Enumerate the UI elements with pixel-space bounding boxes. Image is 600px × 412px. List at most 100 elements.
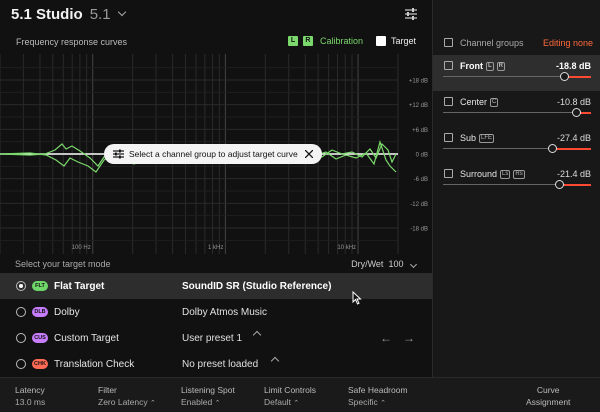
mode-row-translation[interactable]: CHK Translation Check No preset loaded: [0, 351, 432, 377]
legend-left-badge[interactable]: L: [287, 36, 298, 46]
channel-gain-slider[interactable]: [443, 144, 591, 153]
tooltip-banner: Select a channel group to adjust target …: [104, 144, 322, 164]
channel-name-text: Sub: [460, 133, 477, 143]
channel-row-surround[interactable]: Surround Ls Rs -21.4 dB: [433, 163, 600, 199]
safe-headroom-control[interactable]: Safe Headroom Specific ⌃: [348, 385, 408, 407]
channel-checkbox[interactable]: [444, 133, 453, 142]
channel-groups-header: Channel groups Editing none: [433, 32, 600, 52]
slider-fill: [559, 183, 591, 186]
drywet-value[interactable]: 100: [388, 259, 403, 269]
spot-label: Listening Spot: [181, 385, 235, 395]
listening-spot-control[interactable]: Listening Spot Enabled ⌃: [181, 385, 235, 407]
mode-value[interactable]: SoundID SR (Studio Reference): [182, 281, 331, 292]
mode-row-dolby[interactable]: DLB Dolby Dolby Atmos Music: [0, 299, 432, 325]
channel-tag: LFE: [479, 134, 495, 144]
mode-value[interactable]: User preset 1: [182, 333, 242, 344]
chevron-down-icon[interactable]: [409, 260, 418, 269]
mode-value[interactable]: Dolby Atmos Music: [182, 307, 267, 318]
mode-value[interactable]: No preset loaded: [182, 359, 258, 370]
chevron-up-icon[interactable]: [270, 356, 280, 366]
channel-checkbox[interactable]: [444, 169, 453, 178]
legend-right-badge[interactable]: R: [302, 36, 313, 46]
radio-button[interactable]: [16, 333, 26, 343]
chevron-up-icon[interactable]: ⌃: [380, 400, 386, 407]
headroom-value[interactable]: Specific: [348, 397, 378, 407]
channel-gain-slider[interactable]: [443, 108, 591, 117]
radio-button[interactable]: [16, 281, 26, 291]
channel-row-front[interactable]: Front L R -18.8 dB: [433, 55, 600, 91]
spot-value[interactable]: Enabled: [181, 397, 212, 407]
latency-label: Latency: [15, 385, 45, 395]
curves-title: Frequency response curves: [16, 37, 128, 47]
channel-checkbox[interactable]: [444, 97, 453, 106]
preset-format[interactable]: 5.1: [90, 6, 111, 23]
filter-value[interactable]: Zero Latency: [98, 397, 148, 407]
legend-target-swatch[interactable]: [375, 36, 386, 46]
main-panel: 5.1 Studio 5.1 Frequency response curves…: [0, 0, 432, 412]
slider-knob[interactable]: [559, 72, 569, 81]
curve-assignment-button[interactable]: Curve Assignment: [526, 385, 570, 407]
db-tick-label: +6 dB: [412, 128, 428, 134]
db-tick-label: -6 dB: [414, 177, 428, 183]
channel-checkbox[interactable]: [444, 61, 453, 70]
chevron-up-icon[interactable]: ⌃: [150, 400, 156, 407]
mode-label: Dolby: [54, 306, 80, 318]
channel-name: Sub LFE: [460, 133, 495, 144]
chevron-down-icon[interactable]: [117, 7, 126, 17]
chevron-up-icon[interactable]: ⌃: [215, 400, 221, 407]
mode-badge: FLT: [32, 281, 48, 291]
latency-value: 13.0 ms: [15, 397, 46, 407]
channel-gain-slider[interactable]: [443, 180, 591, 189]
bottom-bar: Latency 13.0 ms Filter Zero Latency ⌃ Li…: [0, 377, 600, 412]
freq-axis-labels: 100 Hz 1 kHz 10 kHz: [72, 245, 356, 251]
slider-knob[interactable]: [555, 180, 565, 189]
limit-value[interactable]: Default: [264, 397, 291, 407]
arrow-right-icon[interactable]: →: [403, 331, 415, 345]
mode-badge: DLB: [32, 307, 48, 317]
curves-header: Frequency response curves L R Calibratio…: [0, 32, 432, 52]
channel-tag: L: [486, 62, 494, 72]
curve-assignment-label-2: Assignment: [526, 397, 571, 407]
tooltip-text: Select a channel group to adjust target …: [129, 149, 298, 159]
headroom-label: Safe Headroom: [348, 385, 408, 395]
mode-badge: CHK: [32, 359, 48, 369]
filter-control[interactable]: Filter Zero Latency ⌃: [98, 385, 156, 407]
channel-gain-slider[interactable]: [443, 72, 591, 81]
slider-knob[interactable]: [571, 108, 581, 117]
curves-legend: L R Calibration Target: [287, 36, 416, 46]
editing-status: Editing none: [542, 38, 593, 48]
mode-row-flat[interactable]: FLT Flat Target SoundID SR (Studio Refer…: [0, 273, 432, 299]
legend-calibration[interactable]: Calibration: [320, 36, 363, 46]
channel-tag: Ls: [500, 170, 511, 180]
db-tick-label: -18 dB: [410, 227, 428, 233]
radio-button[interactable]: [16, 307, 26, 317]
chevron-up-icon[interactable]: ⌃: [293, 400, 299, 407]
channel-name-text: Front: [460, 61, 483, 71]
select-all-checkbox[interactable]: [444, 38, 453, 47]
db-axis-labels: +18 dB +12 dB +6 dB 0 dB -6 dB -12 dB -18 dB: [409, 79, 428, 233]
mode-title: Select your target mode: [15, 259, 111, 269]
channel-tag: R: [496, 62, 506, 72]
sliders-icon[interactable]: [404, 7, 418, 21]
limit-controls[interactable]: Limit Controls Default ⌃: [264, 385, 316, 407]
chevron-up-icon[interactable]: [252, 330, 262, 340]
channel-name: Surround Ls Rs: [460, 169, 525, 180]
channel-gain: -21.4 dB: [556, 169, 591, 179]
mode-badge: CUS: [32, 333, 48, 343]
legend-target[interactable]: Target: [391, 36, 416, 46]
close-icon[interactable]: [305, 150, 313, 158]
slider-knob[interactable]: [548, 144, 558, 153]
preset-title[interactable]: 5.1 Studio: [11, 6, 83, 23]
filter-label: Filter: [98, 385, 117, 395]
curve-assignment-label-1: Curve: [536, 385, 560, 395]
mode-row-custom[interactable]: CUS Custom Target User preset 1 ← →: [0, 325, 432, 351]
channel-groups-panel: Channel groups Editing none Front L R -18.8…: [432, 0, 600, 377]
channel-gain: -18.8 dB: [555, 61, 591, 71]
drywet-control[interactable]: Dry/Wet 100: [351, 259, 418, 269]
channel-row-sub[interactable]: Sub LFE -27.4 dB: [433, 127, 600, 163]
radio-button[interactable]: [16, 359, 26, 369]
db-tick-label: +18 dB: [409, 79, 428, 85]
db-tick-label: -12 dB: [410, 202, 428, 208]
arrow-left-icon[interactable]: ←: [380, 331, 392, 345]
channel-row-center[interactable]: Center C -10.8 dB: [433, 91, 600, 127]
